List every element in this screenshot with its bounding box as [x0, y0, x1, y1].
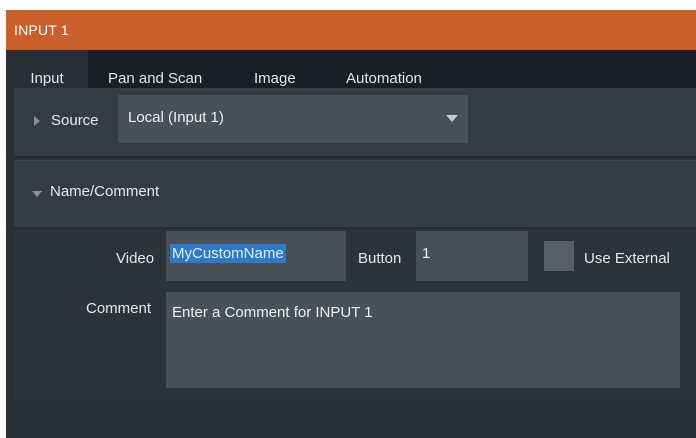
button-name-value: 1 — [422, 245, 431, 262]
tab-input-label: Input — [30, 69, 64, 87]
video-label: Video — [116, 250, 155, 267]
name-comment-title: Name/Comment — [50, 183, 160, 200]
source-dropdown[interactable]: Local (Input 1) — [118, 95, 468, 143]
comment-textarea[interactable]: Enter a Comment for INPUT 1 — [166, 292, 680, 388]
collapse-chevron-icon[interactable] — [32, 191, 42, 197]
tab-image-label: Image — [254, 69, 296, 87]
tab-automation-label: Automation — [346, 69, 422, 87]
use-external-label: Use External — [584, 250, 670, 267]
tab-pan-and-scan-label: Pan and Scan — [108, 69, 203, 87]
use-external-checkbox[interactable] — [544, 241, 574, 271]
video-name-value: MyCustomName — [170, 244, 286, 263]
chevron-down-icon — [446, 115, 458, 122]
source-label: Source — [51, 112, 99, 129]
window-title: INPUT 1 — [14, 22, 69, 38]
video-name-input[interactable]: MyCustomName — [166, 231, 346, 281]
input-config-window: INPUT 1 Input Pan and Scan Image Automat… — [6, 10, 696, 438]
chevron-right-icon[interactable] — [34, 116, 40, 126]
comment-placeholder: Enter a Comment for INPUT 1 — [172, 304, 373, 321]
source-selected-value: Local (Input 1) — [128, 109, 224, 126]
comment-label: Comment — [86, 300, 152, 317]
title-bar[interactable]: INPUT 1 — [6, 10, 696, 50]
name-comment-header[interactable]: Name/Comment — [14, 160, 696, 227]
button-label: Button — [358, 250, 402, 267]
button-name-input[interactable]: 1 — [416, 231, 528, 281]
source-panel: Source Local (Input 1) — [14, 88, 696, 157]
